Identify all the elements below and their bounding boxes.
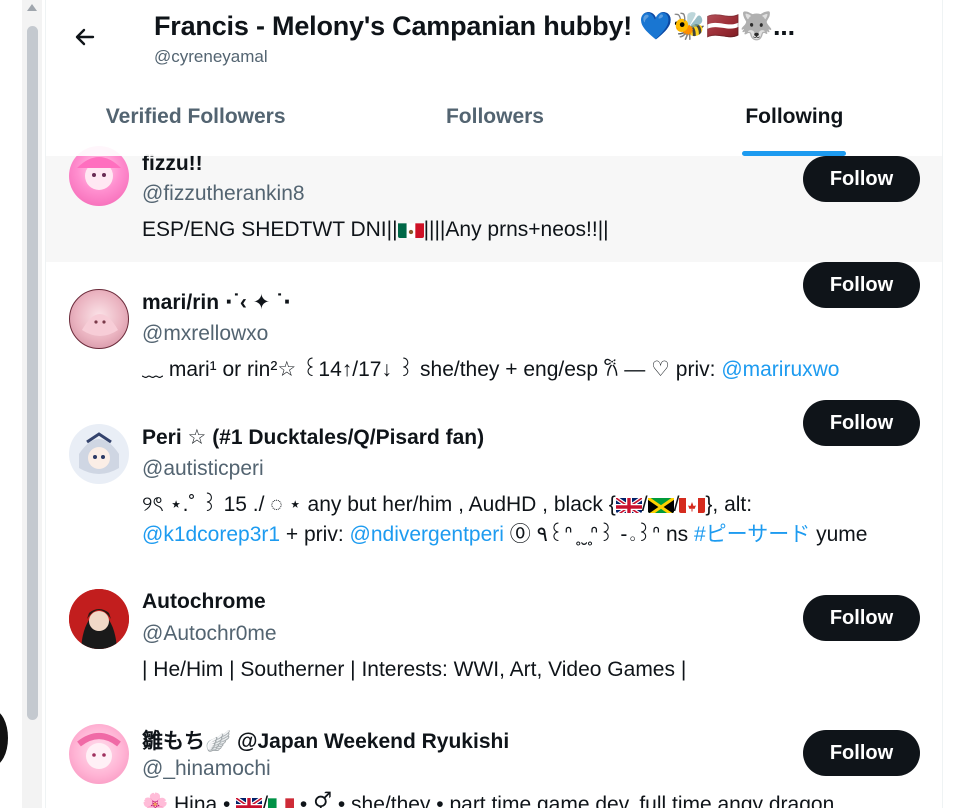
page-title: Francis - Melony's Campanian hubby! 💙🐝🇱🇻… bbox=[154, 11, 795, 41]
mention-link[interactable]: @k1dcorep3r1 bbox=[142, 523, 280, 546]
follow-button[interactable]: Follow bbox=[803, 400, 920, 446]
tab-label: Following bbox=[745, 105, 844, 128]
avatar[interactable] bbox=[69, 724, 129, 784]
active-tab-indicator bbox=[742, 151, 847, 156]
mexico-flag-icon bbox=[397, 220, 424, 238]
user-bio: ESP/ENG SHEDTWT DNI|| ||||Any prns+neos!!… bbox=[142, 215, 912, 245]
back-button[interactable] bbox=[66, 18, 104, 56]
user-name[interactable]: 雛もち🪽 @Japan Weekend Ryukishi bbox=[142, 725, 509, 755]
tab-bar: Verified Followers Followers Following bbox=[46, 92, 942, 156]
bio-text: ⓪ ٩꒰ᐢ ̥ ̮ ̥ᐢ꒱ -｡꒱ᐢ ns bbox=[503, 523, 694, 546]
uk-flag-icon bbox=[615, 495, 642, 513]
arrow-left-icon bbox=[75, 28, 95, 46]
bio-text: yume bbox=[810, 523, 868, 546]
bio-text: }, alt: bbox=[705, 493, 753, 516]
user-cell[interactable]: fizzu!! @fizzutherankin8 ESP/ENG SHEDTWT… bbox=[46, 146, 942, 262]
italy-flag-icon bbox=[268, 795, 295, 808]
avatar[interactable] bbox=[69, 424, 129, 484]
follow-button[interactable]: Follow bbox=[803, 595, 920, 641]
mention-link[interactable]: @mariruxwo bbox=[721, 358, 839, 381]
user-name[interactable]: Peri ☆ (#1 Ducktales/Q/Pisard fan) bbox=[142, 425, 484, 450]
tab-label: Verified Followers bbox=[105, 105, 286, 128]
user-cell[interactable]: Autochrome @Autochr0me | He/Him | Southe… bbox=[46, 562, 942, 697]
hashtag-link[interactable]: #ピーサード bbox=[694, 523, 810, 546]
scroll-up-arrow-icon[interactable] bbox=[27, 4, 37, 11]
bio-text: + priv: bbox=[280, 523, 350, 546]
user-handle[interactable]: @mxrellowxo bbox=[142, 322, 268, 346]
user-cell[interactable]: mari/rin ⋅˙‹ ✦ ˙⋅ @mxrellowxo ﹏ mari¹ or… bbox=[46, 262, 942, 397]
user-bio: ﹏ mari¹ or rin²☆ ꒰14↑/17↓ ꒱ she/they + e… bbox=[142, 355, 942, 385]
bio-text: ୨ৎ ⋆.˚ ꒱ 15 ./ ◌ ⋆ any but her/him , Aud… bbox=[142, 493, 616, 516]
user-handle[interactable]: @fizzutherankin8 bbox=[142, 182, 305, 206]
uk-flag-icon bbox=[236, 795, 263, 808]
mention-link[interactable]: @ndivergentperi bbox=[350, 523, 504, 546]
tab-verified-followers[interactable]: Verified Followers bbox=[46, 92, 345, 156]
profile-header: Francis - Melony's Campanian hubby! 💙🐝🇱🇻… bbox=[46, 0, 942, 156]
bio-text: ESP/ENG SHEDTWT DNI|| bbox=[142, 218, 398, 241]
follow-button[interactable]: Follow bbox=[803, 730, 920, 776]
bio-text: ﹏ mari¹ or rin²☆ ꒰14↑/17↓ ꒱ she/they + e… bbox=[142, 358, 722, 381]
user-handle[interactable]: @_hinamochi bbox=[142, 757, 271, 781]
bio-text: | He/Him | Southerner | Interests: WWI, … bbox=[142, 658, 687, 681]
bio-text: ||||Any prns+neos!!|| bbox=[423, 218, 609, 241]
canada-flag-icon bbox=[679, 495, 706, 513]
user-bio: ୨ৎ ⋆.˚ ꒱ 15 ./ ◌ ⋆ any but her/him , Aud… bbox=[142, 493, 868, 546]
user-bio: 🌸 Hina • / • ⚥ • she/they • part time ga… bbox=[142, 790, 942, 808]
bio-text: • ⚥ • she/they • part time game dev, ful… bbox=[294, 793, 835, 808]
tab-label: Followers bbox=[445, 105, 544, 128]
user-handle[interactable]: @autisticperi bbox=[142, 457, 264, 481]
following-list: fizzu!! @fizzutherankin8 ESP/ENG SHEDTWT… bbox=[46, 146, 942, 808]
user-name[interactable]: mari/rin ⋅˙‹ ✦ ˙⋅ bbox=[142, 290, 291, 315]
main-column: Francis - Melony's Campanian hubby! 💙🐝🇱🇻… bbox=[45, 0, 943, 808]
follow-button[interactable]: Follow bbox=[803, 156, 920, 202]
floating-button-edge[interactable] bbox=[0, 710, 8, 766]
jamaica-flag-icon bbox=[647, 495, 674, 513]
follow-button[interactable]: Follow bbox=[803, 262, 920, 308]
avatar[interactable] bbox=[69, 589, 129, 649]
tab-following[interactable]: Following bbox=[645, 92, 942, 156]
avatar[interactable] bbox=[69, 289, 129, 349]
profile-handle: @cyreneyamal bbox=[154, 47, 268, 66]
tab-followers[interactable]: Followers bbox=[345, 92, 644, 156]
bio-text: 🌸 Hina • bbox=[142, 793, 237, 808]
user-handle[interactable]: @Autochr0me bbox=[142, 622, 277, 646]
user-cell[interactable]: 雛もち🪽 @Japan Weekend Ryukishi @_hinamochi… bbox=[46, 697, 942, 808]
user-bio: | He/Him | Southerner | Interests: WWI, … bbox=[142, 655, 912, 685]
user-cell[interactable]: Peri ☆ (#1 Ducktales/Q/Pisard fan) @auti… bbox=[46, 397, 942, 562]
user-name[interactable]: Autochrome bbox=[142, 590, 266, 614]
scrollbar-thumb[interactable] bbox=[27, 26, 38, 720]
